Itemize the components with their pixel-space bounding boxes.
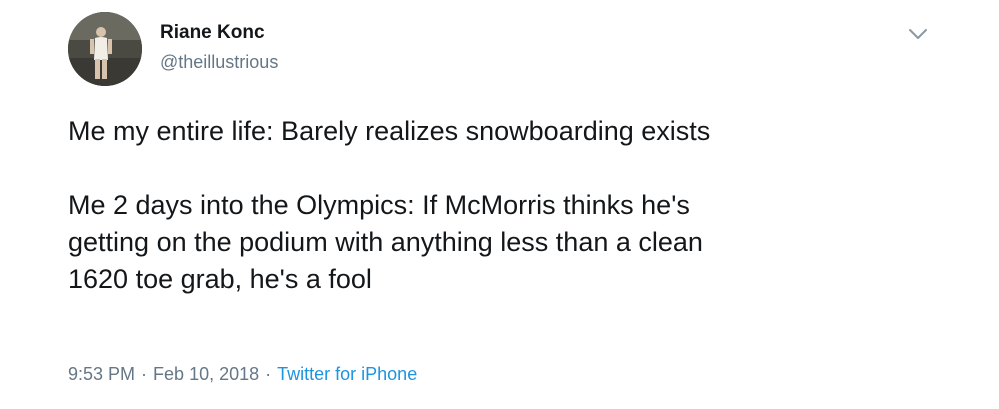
chevron-down-icon[interactable] [907, 26, 929, 42]
tweet-card: Riane Konc @theillustrious Me my entire … [0, 0, 999, 409]
user-handle[interactable]: @theillustrious [160, 52, 278, 73]
separator: · [141, 364, 148, 384]
tweet-paragraph: Me my entire life: Barely realizes snowb… [68, 116, 711, 146]
tweet-paragraph: Me 2 days into the Olympics: If McMorris… [68, 190, 703, 294]
tweet-text: Me my entire life: Barely realizes snowb… [68, 113, 948, 298]
tweet-time[interactable]: 9:53 PM [68, 364, 135, 384]
tweet-meta: 9:53 PM · Feb 10, 2018 · Twitter for iPhone [68, 364, 417, 385]
avatar-photo [68, 12, 142, 86]
tweet-date[interactable]: Feb 10, 2018 [153, 364, 259, 384]
display-name[interactable]: Riane Konc [160, 22, 265, 44]
avatar[interactable] [68, 12, 142, 86]
tweet-source-link[interactable]: Twitter for iPhone [277, 364, 417, 384]
separator: · [265, 364, 272, 384]
